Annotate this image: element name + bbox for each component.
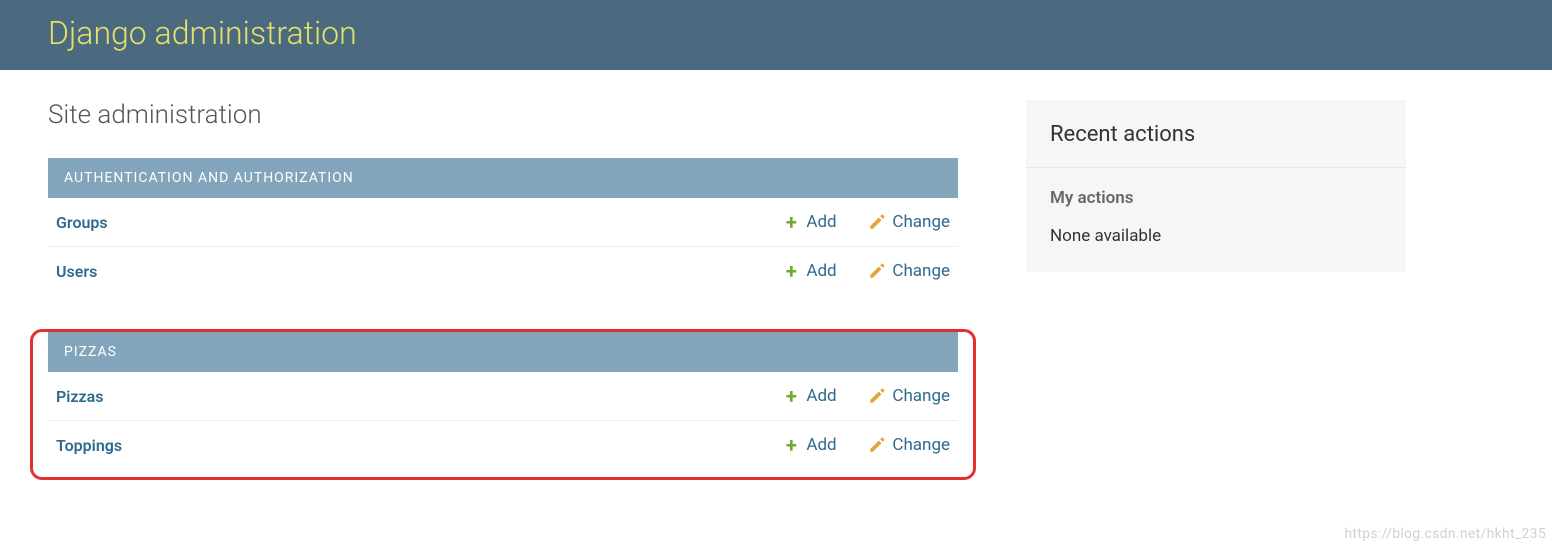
change-label: Change — [892, 212, 950, 232]
app-caption[interactable]: PIZZAS — [48, 332, 958, 372]
app-module: PIZZAS Pizzas + Add Change Toppings + Add Change — [30, 329, 976, 480]
add-link[interactable]: + Add — [782, 435, 842, 455]
recent-actions-panel: Recent actions My actions None available — [1026, 100, 1406, 272]
plus-icon: + — [782, 213, 800, 231]
app-module: AUTHENTICATION AND AUTHORIZATION Groups + A… — [48, 158, 958, 295]
recent-actions-heading: Recent actions — [1026, 100, 1406, 168]
branding-title[interactable]: Django administration — [48, 14, 1504, 52]
my-actions-heading: My actions — [1026, 168, 1406, 218]
add-link[interactable]: + Add — [782, 212, 842, 232]
add-label: Add — [806, 261, 836, 281]
model-link[interactable]: Pizzas — [56, 387, 756, 406]
add-label: Add — [806, 435, 836, 455]
change-link[interactable]: Change — [868, 212, 950, 232]
main-column: Site administration AUTHENTICATION AND A… — [48, 100, 958, 514]
app-caption[interactable]: AUTHENTICATION AND AUTHORIZATION — [48, 158, 958, 198]
model-link[interactable]: Groups — [56, 213, 756, 232]
model-link[interactable]: Toppings — [56, 436, 756, 455]
no-actions-text: None available — [1026, 218, 1406, 272]
pencil-icon — [868, 387, 886, 405]
page-body: Site administration AUTHENTICATION AND A… — [0, 70, 1552, 544]
pencil-icon — [868, 213, 886, 231]
change-label: Change — [892, 386, 950, 406]
change-link[interactable]: Change — [868, 435, 950, 455]
add-link[interactable]: + Add — [782, 261, 842, 281]
plus-icon: + — [782, 436, 800, 454]
page-title: Site administration — [48, 100, 958, 130]
model-row: Toppings + Add Change — [48, 421, 958, 469]
model-row: Pizzas + Add Change — [48, 372, 958, 421]
plus-icon: + — [782, 262, 800, 280]
model-link[interactable]: Users — [56, 262, 756, 281]
change-label: Change — [892, 435, 950, 455]
change-link[interactable]: Change — [868, 386, 950, 406]
add-label: Add — [806, 212, 836, 232]
plus-icon: + — [782, 387, 800, 405]
add-label: Add — [806, 386, 836, 406]
add-link[interactable]: + Add — [782, 386, 842, 406]
pencil-icon — [868, 262, 886, 280]
header-bar: Django administration — [0, 0, 1552, 70]
model-row: Users + Add Change — [48, 247, 958, 295]
model-row: Groups + Add Change — [48, 198, 958, 247]
change-link[interactable]: Change — [868, 261, 950, 281]
change-label: Change — [892, 261, 950, 281]
pencil-icon — [868, 436, 886, 454]
